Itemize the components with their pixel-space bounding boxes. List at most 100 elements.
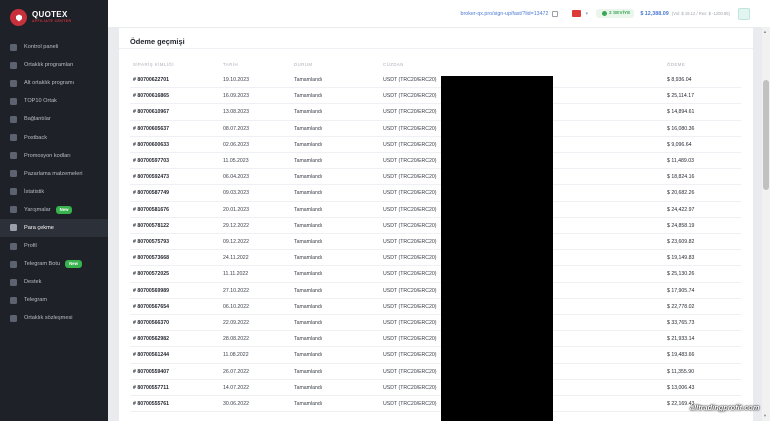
quotex-logo-icon — [10, 9, 27, 26]
language-flag-icon[interactable] — [572, 10, 582, 17]
column-header-wallet[interactable]: CÜZDAN — [383, 62, 404, 67]
logo-subtitle: AFFILIATE CENTER — [32, 19, 72, 24]
column-header-payment[interactable]: ÖDEME — [667, 62, 685, 67]
sidebar-item-label: Promosyon kodları — [24, 152, 71, 159]
sidebar-item[interactable]: Yarışmalar New — [0, 201, 108, 219]
sidebar-item[interactable]: Pazarlama malzemeleri — [0, 165, 108, 183]
sidebar-item-label: Destek — [24, 279, 42, 286]
column-header-date[interactable]: TARİH — [223, 62, 238, 67]
cell-order-id: # 80700578122 — [133, 222, 170, 229]
top-header: broker-qx.pro/sign-up/fast/?lid=13472 ▾ … — [108, 0, 770, 27]
cell-order-id: # 80700605637 — [133, 125, 170, 132]
cell-status: Tamamlandı — [294, 303, 323, 310]
cell-amount: $ 17,905.74 — [667, 287, 695, 294]
cell-status: Tamamlandı — [294, 384, 323, 391]
scroll-up-icon[interactable]: ▲ — [763, 29, 767, 34]
sidebar-item[interactable]: Postback — [0, 128, 108, 146]
cell-amount: $ 21,933.14 — [667, 336, 695, 343]
chevron-down-icon[interactable]: ▾ — [585, 11, 588, 17]
cell-amount: $ 19,483.66 — [667, 352, 695, 359]
cell-status: Tamamlandı — [294, 255, 323, 262]
table-row: # 80700562982 28.08.2022 Tamamlandı USDT (T… — [130, 331, 741, 348]
cell-date: 09.03.2023 — [223, 190, 249, 197]
cell-amount: $ 9,096.64 — [667, 141, 692, 148]
sidebar-item[interactable]: Alt ortaklık programı — [0, 74, 108, 92]
cell-date: 13.08.2023 — [223, 109, 249, 116]
sidebar-item-icon — [10, 79, 17, 87]
watermark: alltradingprofit.com — [690, 403, 760, 412]
sidebar-item-icon — [10, 224, 17, 232]
page-title: Ödeme geçmişi — [130, 37, 185, 46]
sidebar-item-label: Alt ortaklık programı — [24, 80, 75, 87]
sidebar-item[interactable]: Destek — [0, 273, 108, 291]
sidebar-item-icon — [10, 170, 17, 178]
menu-toggle-button[interactable] — [738, 7, 750, 20]
sidebar-item-label: İstatistik — [24, 188, 45, 195]
cell-order-id: # 80700555761 — [133, 401, 170, 407]
cell-status: Tamamlandı — [294, 174, 323, 181]
cell-date: 27.10.2022 — [223, 287, 249, 294]
sidebar-item[interactable]: Ortaklık programları — [0, 56, 108, 74]
table-row: # 80700616865 16.09.2023 Tamamlandı USDT (T… — [130, 88, 741, 105]
sidebar-item-label: TOP10 Ortak — [24, 98, 57, 105]
cell-wallet: USDT (TRC20/ERC20) — [383, 109, 437, 116]
cell-wallet: USDT (TRC20/ERC20) — [383, 352, 437, 359]
sidebar-item[interactable]: TOP10 Ortak — [0, 92, 108, 110]
sidebar-item[interactable]: Telegram Botu New — [0, 255, 108, 273]
cell-status: Tamamlandı — [294, 320, 323, 326]
cell-status: Tamamlandı — [294, 190, 323, 197]
table-row: # 80700592473 06.04.2023 Tamamlandı USDT (T… — [130, 169, 741, 186]
sidebar-item-icon — [10, 134, 17, 142]
cell-date: 08.07.2023 — [223, 125, 249, 132]
cell-date: 06.10.2022 — [223, 303, 249, 310]
sidebar-item-label: Yarışmalar — [24, 206, 51, 213]
cell-date: 14.07.2022 — [223, 384, 249, 391]
cell-order-id: # 80700616865 — [133, 93, 170, 100]
cell-amount: $ 19,149.83 — [667, 255, 695, 262]
level-label: 2 SEVİYE — [608, 11, 631, 16]
cell-date: 22.09.2022 — [223, 320, 249, 326]
sidebar-item-icon — [10, 43, 17, 51]
table-row: # 80700578122 29.12.2022 Tamamlandı USDT (T… — [130, 218, 741, 234]
sidebar: QUOTEX AFFILIATE CENTER Kontrol paneli Or… — [0, 0, 108, 421]
sidebar-item-icon — [10, 206, 17, 214]
cell-wallet: USDT (TRC20/ERC20) — [383, 239, 437, 245]
table-row: # 80700622701 19.10.2023 Tamamlandı USDT (T… — [130, 72, 741, 89]
cell-wallet: USDT (TRC20/ERC20) — [383, 336, 437, 343]
cell-order-id: # 80700581676 — [133, 206, 170, 213]
balance-value: $ 12,388.09 — [640, 10, 669, 17]
referral-link[interactable]: broker-qx.pro/sign-up/fast/?lid=13472 — [461, 11, 549, 17]
sidebar-item[interactable]: Kontrol paneli — [0, 38, 108, 56]
cell-amount: $ 11,489.03 — [667, 158, 695, 164]
cell-date: 11.11.2022 — [223, 271, 249, 278]
sidebar-item[interactable]: Para çekme — [0, 218, 108, 238]
cell-status: Tamamlandı — [294, 368, 323, 375]
cell-amount: $ 24,858.19 — [667, 222, 695, 229]
table-row: # 80700559407 26.07.2022 Tamamlandı USDT (T… — [130, 364, 741, 380]
cell-order-id: # 80700600633 — [133, 141, 170, 148]
sidebar-item-label: Pazarlama malzemeleri — [24, 170, 83, 177]
sidebar-item[interactable]: İstatistik — [0, 183, 108, 201]
scrollbar-thumb[interactable] — [763, 80, 769, 190]
logo[interactable]: QUOTEX AFFILIATE CENTER — [0, 0, 108, 28]
sidebar-item[interactable]: Promosyon kodları — [0, 147, 108, 165]
sidebar-item[interactable]: Bağlantılar — [0, 110, 108, 128]
sidebar-item[interactable]: Profil — [0, 237, 108, 255]
table-row: # 80700605637 08.07.2023 Tamamlandı USDT (T… — [130, 121, 741, 137]
cell-amount: $ 13,006.43 — [667, 384, 695, 391]
sidebar-item[interactable]: Telegram — [0, 291, 108, 309]
cell-wallet: USDT (TRC20/ERC20) — [383, 287, 437, 294]
column-header-status[interactable]: DURUM — [294, 62, 313, 67]
cell-status: Tamamlandı — [294, 141, 323, 148]
scroll-down-icon[interactable]: ▼ — [763, 413, 767, 418]
sidebar-item-icon — [10, 314, 17, 322]
table-row: # 80700555761 30.06.2022 Tamamlandı USDT (T… — [130, 396, 741, 413]
cell-date: 11.05.2023 — [223, 158, 249, 164]
cell-wallet: USDT (TRC20/ERC20) — [383, 222, 437, 229]
cell-order-id: # 80700562982 — [133, 336, 170, 343]
cell-wallet: USDT (TRC20/ERC20) — [383, 384, 437, 391]
column-header-order-id[interactable]: SİPARİŞ KİMLİĞİ — [133, 62, 174, 67]
copy-icon[interactable] — [552, 10, 559, 17]
cell-wallet: USDT (TRC20/ERC20) — [383, 158, 437, 164]
sidebar-item[interactable]: Ortaklık sözleşmesi — [0, 309, 108, 327]
